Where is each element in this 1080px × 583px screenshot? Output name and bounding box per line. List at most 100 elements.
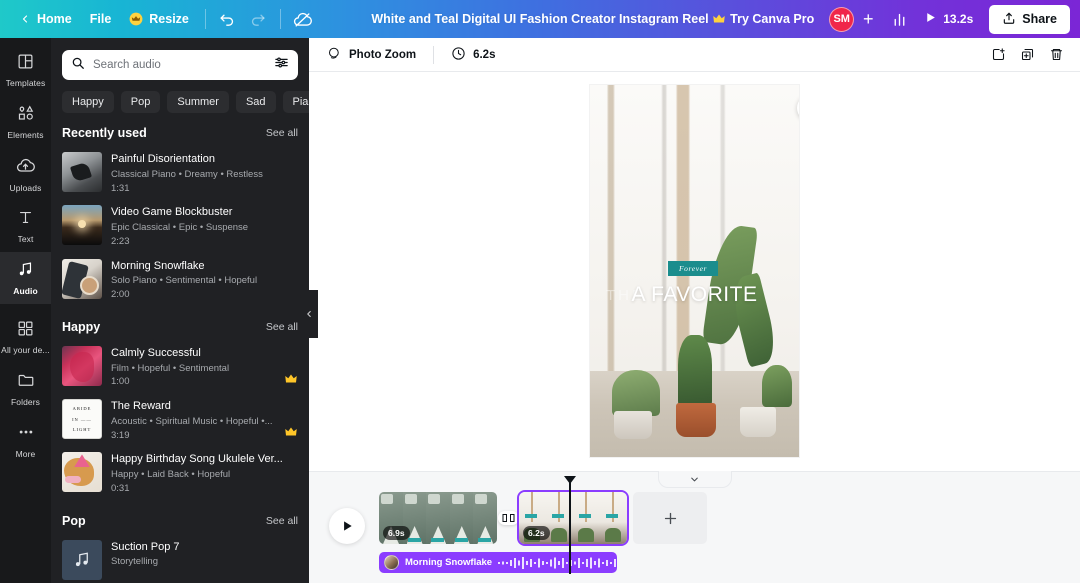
see-all-pop[interactable]: See all — [266, 515, 298, 527]
audio-panel: Happy Pop Summer Sad Piano Recently used… — [51, 38, 309, 583]
sidebar-label-uploads: Uploads — [9, 182, 42, 193]
section-title-happy: Happy — [62, 319, 101, 334]
share-page-icon[interactable] — [985, 42, 1012, 68]
search-box[interactable] — [62, 50, 298, 80]
transition-icon[interactable] — [497, 492, 519, 544]
file-label: File — [89, 12, 112, 26]
playhead[interactable] — [564, 476, 576, 574]
context-divider — [433, 45, 435, 64]
preview-play-button[interactable]: 13.2s — [916, 6, 981, 32]
photo-zoom-button[interactable]: Photo Zoom — [319, 41, 424, 69]
list-item[interactable]: ABIDE IN —— LIGHT The Reward Acoustic • … — [51, 394, 309, 447]
timeline-collapse-button[interactable] — [657, 471, 732, 488]
track-thumbnail — [62, 258, 102, 299]
track-meta: Acoustic • Spiritual Music • Hopeful •..… — [111, 415, 273, 427]
sidebar-item-all-your-designs[interactable]: All your de... — [0, 311, 51, 363]
resize-button[interactable]: Resize — [120, 7, 198, 31]
chip-summer[interactable]: Summer — [167, 91, 229, 113]
sidebar-item-more[interactable]: More — [0, 415, 51, 467]
track-info: Suction Pop 7 Storytelling — [111, 540, 298, 570]
home-button[interactable]: Home — [10, 7, 81, 31]
audio-track-name: Morning Snowflake — [405, 557, 493, 568]
analytics-icon[interactable] — [884, 5, 914, 33]
clock-icon — [451, 46, 466, 64]
clip-duration-label: 6.9s — [383, 526, 410, 540]
timeline-audio-clip[interactable]: Morning Snowflake — [379, 552, 617, 573]
list-item[interactable]: Morning Snowflake Solo Piano • Sentiment… — [51, 254, 309, 307]
context-toolbar: Photo Zoom 6.2s — [309, 38, 1080, 72]
list-item[interactable]: Calmly Successful Film • Hopeful • Senti… — [51, 341, 309, 394]
try-canva-pro-button[interactable]: Try Canva Pro — [704, 7, 823, 31]
page-duration-button[interactable]: 6.2s — [443, 41, 503, 69]
sidebar-item-uploads[interactable]: Uploads — [0, 148, 51, 200]
timeline: 6.9s 6.2s Morning Snowflake — [309, 471, 1080, 583]
undo-button[interactable] — [213, 5, 243, 33]
list-item[interactable]: Painful Disorientation Classical Piano •… — [51, 147, 309, 200]
design-page[interactable]: THE Forever A FAVORITE — [590, 85, 799, 457]
pot-white — [740, 407, 776, 437]
track-meta: Epic Classical • Epic • Suspense — [111, 222, 249, 234]
cloud-saved-icon[interactable] — [288, 5, 318, 33]
track-thumbnail — [62, 152, 102, 192]
sidebar-label-more: More — [15, 449, 36, 459]
pot-terracotta — [676, 403, 716, 437]
chip-sad[interactable]: Sad — [235, 91, 276, 113]
sidebar-item-audio[interactable]: Audio — [0, 252, 51, 304]
see-all-recently-used[interactable]: See all — [266, 127, 298, 139]
folders-icon — [17, 371, 35, 394]
play-icon — [924, 11, 937, 27]
overlay-heading[interactable]: A FAVORITE — [590, 283, 799, 307]
timeline-clip[interactable]: 6.9s — [379, 492, 497, 544]
list-item[interactable]: Video Game Blockbuster Epic Classical • … — [51, 200, 309, 253]
clip-duration-label: 6.2s — [523, 526, 550, 540]
audio-track-avatar — [384, 555, 399, 570]
timeline-clips: 6.9s 6.2s — [379, 492, 707, 544]
filter-sliders-icon[interactable] — [274, 55, 289, 75]
add-page-button[interactable] — [633, 492, 707, 544]
canva-editor: Home File Resize White and Teal Digital … — [0, 0, 1080, 583]
sidebar-item-templates[interactable]: Templates — [0, 44, 51, 96]
try-canva-pro-label: Try Canva Pro — [730, 12, 815, 26]
photo-zoom-label: Photo Zoom — [349, 48, 417, 61]
clip-frame — [573, 492, 600, 544]
panel-collapse-handle[interactable] — [300, 290, 318, 338]
list-item[interactable]: Happy Birthday Song Ukulele Ver... Happy… — [51, 447, 309, 500]
see-all-happy[interactable]: See all — [266, 321, 298, 333]
share-label: Share — [1022, 12, 1057, 26]
context-toolbar-actions — [985, 42, 1070, 68]
chip-pop[interactable]: Pop — [120, 91, 161, 113]
redo-button[interactable] — [243, 5, 273, 33]
timeline-clip[interactable]: 6.2s — [519, 492, 627, 544]
sidebar-item-elements[interactable]: Elements — [0, 96, 51, 148]
elements-icon — [17, 104, 35, 127]
sidebar-item-text[interactable]: Text — [0, 200, 51, 252]
chip-piano[interactable]: Piano — [282, 91, 309, 113]
track-name: Happy Birthday Song Ukulele Ver... — [111, 453, 283, 466]
file-button[interactable]: File — [81, 7, 121, 31]
toolbar-divider-1 — [204, 9, 206, 29]
track-info: Happy Birthday Song Ukulele Ver... Happy… — [111, 452, 298, 495]
plant-grass — [612, 370, 660, 416]
playhead-handle[interactable] — [564, 476, 576, 484]
crown-icon — [129, 12, 143, 26]
add-collaborator-button[interactable]: + — [856, 7, 880, 31]
delete-page-icon[interactable] — [1043, 42, 1070, 68]
track-duration: 0:31 — [111, 482, 130, 494]
chip-happy[interactable]: Happy — [62, 91, 114, 113]
track-name: Video Game Blockbuster — [111, 206, 233, 219]
timeline-play-button[interactable] — [329, 508, 365, 544]
track-name: Morning Snowflake — [111, 259, 205, 272]
section-header-recently-used: Recently used See all — [51, 113, 309, 147]
track-name: The Reward — [111, 400, 171, 413]
list-item[interactable]: Suction Pop 7 Storytelling — [51, 535, 309, 583]
avatar[interactable]: SM — [829, 6, 855, 32]
page-duration-label: 6.2s — [473, 48, 496, 61]
duplicate-page-icon[interactable] — [1014, 42, 1041, 68]
home-label: Home — [37, 12, 72, 26]
overlay-badge[interactable]: Forever — [668, 261, 719, 276]
track-thumbnail — [62, 539, 102, 580]
share-button[interactable]: Share — [989, 4, 1070, 34]
sidebar-item-folders[interactable]: Folders — [0, 363, 51, 415]
search-input[interactable] — [93, 59, 266, 71]
photo-zoom-icon — [327, 46, 342, 64]
